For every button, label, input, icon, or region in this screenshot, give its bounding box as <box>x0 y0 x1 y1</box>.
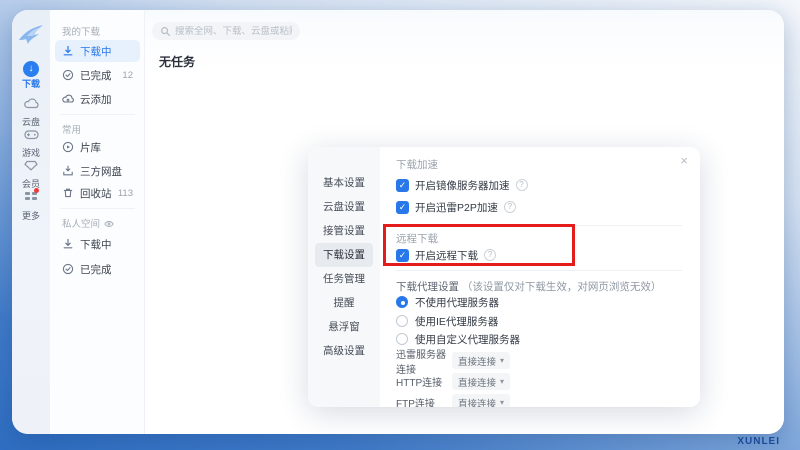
section-private-space: 私人空间 <box>62 216 114 230</box>
proxy-option-custom: 使用自定义代理服务器 <box>396 332 520 346</box>
xunlei-bird-logo <box>17 22 45 48</box>
diamond-icon <box>12 158 50 175</box>
download-circle-icon: ↓ <box>12 58 50 75</box>
sidebar-divider <box>60 208 135 209</box>
settings-menu-item-takeover[interactable]: 接管设置 <box>315 219 373 243</box>
gamepad-icon <box>12 127 50 144</box>
chevron-down-icon: ▾ <box>500 356 504 365</box>
trash-icon <box>62 187 74 199</box>
notification-dot <box>34 188 39 193</box>
cloud-add-icon <box>62 93 74 105</box>
sidebar-item-private-completed[interactable]: 已完成 <box>55 258 140 280</box>
radio-no-proxy[interactable] <box>396 296 408 308</box>
sidebar-item-cloud-add[interactable]: 云添加 <box>55 88 140 110</box>
download-icon <box>62 45 74 57</box>
settings-menu-item-advanced[interactable]: 高级设置 <box>315 339 373 363</box>
settings-menu-item-reminder[interactable]: 提醒 <box>315 291 373 315</box>
rail-item-game[interactable]: 游戏 <box>12 127 50 159</box>
remote-section-title: 远程下载 <box>396 231 438 246</box>
mirror-accel-row: 开启镜像服务器加速 <box>396 177 528 193</box>
settings-menu-item-download[interactable]: 下载设置 <box>315 243 373 267</box>
sidebar-item-video-library[interactable]: 片库 <box>55 136 140 158</box>
settings-menu-item-cloud[interactable]: 云盘设置 <box>315 195 373 219</box>
sidebar-item-third-party-disk[interactable]: 三方网盘 <box>55 160 140 182</box>
remote-download-row: 开启远程下载 <box>396 247 496 263</box>
sidebar-divider <box>60 114 135 115</box>
check-circle-icon <box>62 263 74 275</box>
section-common: 常用 <box>62 122 81 136</box>
search-bar[interactable] <box>152 22 300 40</box>
empty-state-text: 无任务 <box>159 53 195 70</box>
settings-menu-item-basic[interactable]: 基本设置 <box>315 171 373 195</box>
radio-custom-proxy[interactable] <box>396 333 408 345</box>
eye-icon[interactable] <box>104 220 114 228</box>
sidebar-item-downloading[interactable]: 下载中 <box>55 40 140 62</box>
nav-rail: ↓ 下载 云盘 游戏 <box>12 10 50 434</box>
dialog-divider <box>396 225 682 226</box>
film-icon <box>62 141 74 153</box>
proxy-option-none: 不使用代理服务器 <box>396 295 499 309</box>
cloud-icon <box>12 96 50 113</box>
screenshot-root: XUNLEI ↓ 下载 云盘 <box>0 0 800 450</box>
search-input[interactable] <box>175 26 292 37</box>
xunlei-server-row: 迅雷服务器连接 直接连接 ▾ <box>396 352 510 369</box>
settings-menu-item-float-window[interactable]: 悬浮窗 <box>315 315 373 339</box>
recycle-count: 113 <box>118 188 133 199</box>
ftp-connection-row: FTP连接 直接连接 ▾ <box>396 394 510 407</box>
settings-dialog: 基本设置 云盘设置 接管设置 下载设置 任务管理 提醒 悬浮窗 高级设置 × 下… <box>308 147 700 407</box>
help-icon[interactable] <box>484 249 496 261</box>
chevron-down-icon: ▾ <box>500 398 504 407</box>
accel-section-title: 下载加速 <box>396 157 438 172</box>
checkbox-mirror-accel[interactable] <box>396 179 409 192</box>
settings-menu: 基本设置 云盘设置 接管设置 下载设置 任务管理 提醒 悬浮窗 高级设置 <box>308 147 380 407</box>
sidebar-item-completed[interactable]: 已完成 12 <box>55 64 140 86</box>
help-icon[interactable] <box>504 201 516 213</box>
search-icon <box>160 26 171 37</box>
checkbox-p2p-accel[interactable] <box>396 201 409 214</box>
rail-item-vip[interactable]: 会员 <box>12 158 50 190</box>
download-icon <box>62 238 74 250</box>
dialog-divider <box>396 270 682 271</box>
completed-count: 12 <box>122 70 133 81</box>
more-grid-icon <box>12 190 50 207</box>
sidebar-item-private-downloading[interactable]: 下载中 <box>55 233 140 255</box>
netdisk-icon <box>62 165 74 177</box>
http-connection-select[interactable]: 直接连接 ▾ <box>452 373 510 390</box>
proxy-option-ie: 使用IE代理服务器 <box>396 314 498 328</box>
ftp-connection-select[interactable]: 直接连接 ▾ <box>452 394 510 407</box>
sidebar: 我的下载 下载中 已完成 12 云添加 常用 <box>50 10 145 434</box>
p2p-accel-row: 开启迅雷P2P加速 <box>396 199 516 215</box>
rail-item-download[interactable]: ↓ 下载 <box>12 58 50 90</box>
check-circle-icon <box>62 69 74 81</box>
app-window: ↓ 下载 云盘 游戏 <box>12 10 784 434</box>
proxy-note: （该设置仅对下载生效，对网页浏览无效） <box>462 281 662 293</box>
xunlei-connection-select[interactable]: 直接连接 ▾ <box>452 352 510 369</box>
checkbox-remote-download[interactable] <box>396 249 409 262</box>
rail-item-cloud[interactable]: 云盘 <box>12 96 50 128</box>
help-icon[interactable] <box>516 179 528 191</box>
proxy-section-title: 下载代理设置 （该设置仅对下载生效，对网页浏览无效） <box>396 279 661 294</box>
section-my-downloads: 我的下载 <box>62 24 100 38</box>
sidebar-item-recycle-bin[interactable]: 回收站 113 <box>55 182 140 204</box>
http-connection-row: HTTP连接 直接连接 ▾ <box>396 373 510 390</box>
radio-ie-proxy[interactable] <box>396 315 408 327</box>
close-icon[interactable]: × <box>680 153 688 168</box>
xunlei-watermark: XUNLEI <box>737 436 780 447</box>
rail-item-more[interactable]: 更多 <box>12 190 50 222</box>
chevron-down-icon: ▾ <box>500 377 504 386</box>
settings-menu-item-task[interactable]: 任务管理 <box>315 267 373 291</box>
